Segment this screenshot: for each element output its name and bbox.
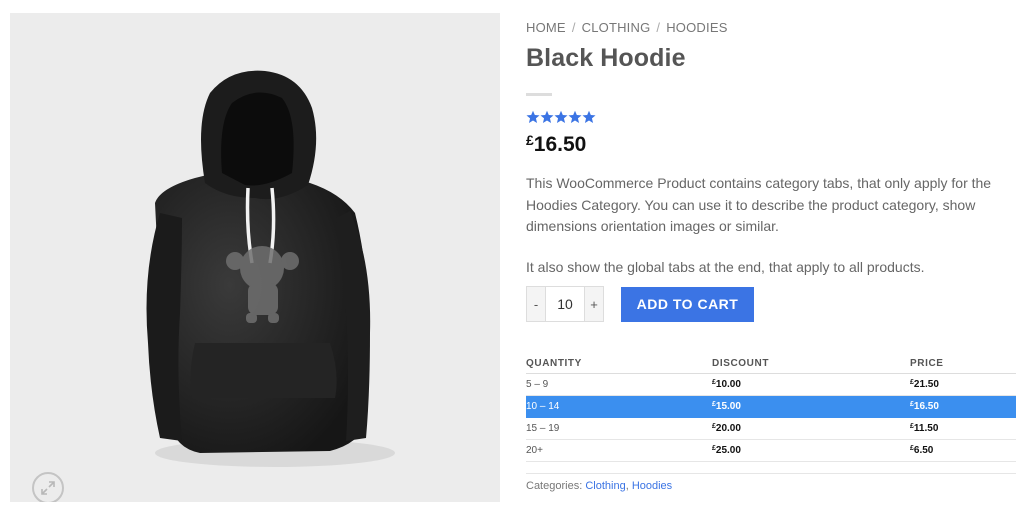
star-icon <box>554 110 568 124</box>
tier-discount-value: 10.00 <box>715 378 741 390</box>
quantity-stepper: - + <box>526 286 604 322</box>
tier-price-value: 21.50 <box>913 378 939 390</box>
column-header-discount: DISCOUNT <box>712 354 910 374</box>
product-summary: HOME / CLOTHING / HOODIES Black Hoodie £16.5… <box>526 20 1016 492</box>
star-icon <box>540 110 554 124</box>
star-icon <box>526 110 540 124</box>
tier-discount-value: 15.00 <box>715 400 741 412</box>
table-row: 10 – 14 £15.00 £16.50 <box>526 395 1016 418</box>
tier-quantity: 15 – 19 <box>526 417 712 440</box>
tier-discount: £10.00 <box>712 373 910 396</box>
tier-discount-value: 20.00 <box>715 422 741 434</box>
tier-discount: £15.00 <box>712 395 910 418</box>
add-to-cart-row: - + ADD TO CART <box>526 286 754 322</box>
tier-price: £6.50 <box>910 439 1016 462</box>
product-image-panel[interactable] <box>10 13 500 502</box>
table-header-row: QUANTITY DISCOUNT PRICE <box>526 354 1016 374</box>
star-icon <box>568 110 582 124</box>
expand-arrows-icon <box>41 481 55 495</box>
table-row: 20+ £25.00 £6.50 <box>526 439 1016 462</box>
quantity-increase-button[interactable]: + <box>585 287 603 321</box>
category-separator: , <box>625 480 629 492</box>
tier-discount: £20.00 <box>712 417 910 440</box>
quantity-decrease-button[interactable]: - <box>527 287 545 321</box>
tier-price-value: 16.50 <box>913 400 939 412</box>
quantity-input[interactable] <box>545 287 585 321</box>
breadcrumb-clothing[interactable]: CLOTHING <box>582 20 651 35</box>
tier-price-value: 6.50 <box>913 444 934 456</box>
tier-quantity: 20+ <box>526 439 712 462</box>
breadcrumb: HOME / CLOTHING / HOODIES <box>526 20 1016 38</box>
tier-price-value: 11.50 <box>913 422 939 434</box>
price-value: 16.50 <box>533 133 587 156</box>
add-to-cart-button[interactable]: ADD TO CART <box>621 286 754 322</box>
breadcrumb-hoodies[interactable]: HOODIES <box>666 20 727 35</box>
product-description: This WooCommerce Product contains catego… <box>526 173 1006 278</box>
product-title: Black Hoodie <box>526 44 686 72</box>
star-rating[interactable] <box>526 110 1016 128</box>
breadcrumb-home[interactable]: HOME <box>526 20 566 35</box>
hoodie-product-image <box>146 70 395 467</box>
tier-discount-value: 25.00 <box>715 444 741 456</box>
column-header-price: PRICE <box>910 354 1016 374</box>
tier-quantity: 5 – 9 <box>526 373 712 396</box>
tier-discount: £25.00 <box>712 439 910 462</box>
currency-symbol: £ <box>526 132 534 148</box>
table-row: 5 – 9 £10.00 £21.50 <box>526 373 1016 396</box>
product-price: £16.50 <box>526 132 1016 158</box>
tier-quantity: 10 – 14 <box>526 395 712 418</box>
title-divider <box>526 93 552 96</box>
tier-price: £11.50 <box>910 417 1016 440</box>
tier-price: £16.50 <box>910 395 1016 418</box>
tier-price: £21.50 <box>910 373 1016 396</box>
description-paragraph: This WooCommerce Product contains catego… <box>526 175 992 234</box>
breadcrumb-separator: / <box>656 20 661 35</box>
table-row: 15 – 19 £20.00 £11.50 <box>526 417 1016 440</box>
breadcrumb-separator: / <box>571 20 576 35</box>
quantity-discount-table: QUANTITY DISCOUNT PRICE 5 – 9 £10.00 £21.5… <box>526 354 1016 462</box>
category-link-hoodies[interactable]: Hoodies <box>632 480 672 492</box>
category-link-clothing[interactable]: Clothing <box>585 480 625 492</box>
zoom-button[interactable] <box>32 472 64 502</box>
product-categories: Categories: Clothing, Hoodies <box>526 473 1016 492</box>
categories-label: Categories: <box>526 480 583 492</box>
description-paragraph: It also show the global tabs at the end,… <box>526 258 925 275</box>
column-header-quantity: QUANTITY <box>526 354 712 374</box>
star-icon <box>582 110 596 124</box>
